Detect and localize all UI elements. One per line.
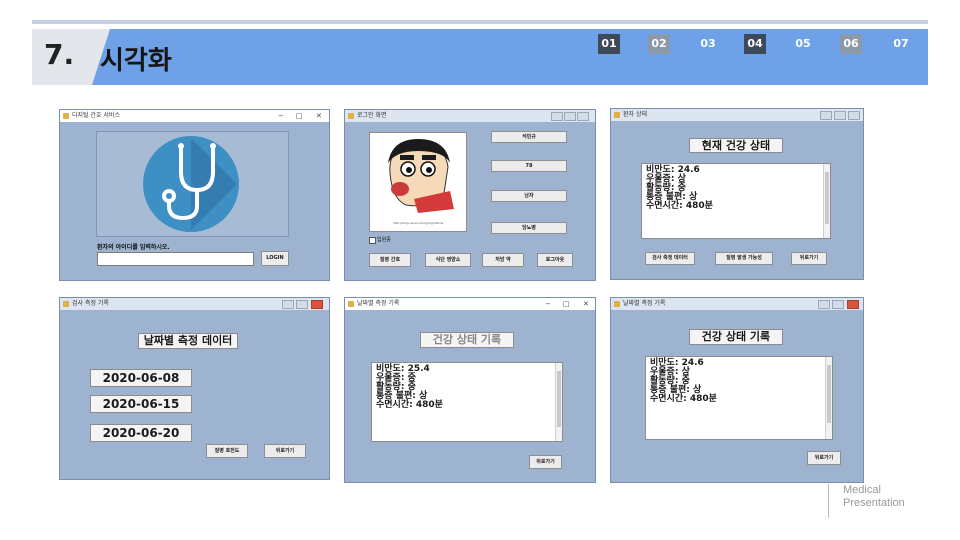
- footer-label-medical: Medical: [843, 484, 881, 496]
- section-heading: 날짜별 측정 데이터: [138, 333, 238, 349]
- measurement-dates-window: 검사 측정 기록 날짜별 측정 데이터 2020-06-08 2020-06-1…: [59, 297, 330, 480]
- date-button[interactable]: 2020-06-08: [90, 369, 192, 387]
- scrollbar[interactable]: [823, 164, 830, 238]
- health-status-window: 환자 상태 현재 건강 상태 비만도: 24.6 우울증: 상 활동량: 중 통…: [610, 108, 864, 280]
- minimize-button[interactable]: −: [545, 298, 551, 310]
- date-button[interactable]: 2020-06-15: [90, 395, 192, 413]
- record-line: 수면시간: 480분: [376, 400, 443, 410]
- patient-info-window: 로그인 화면 http://blog.naver.com/girlgirlbir…: [344, 109, 596, 281]
- logo-panel: [96, 131, 289, 237]
- close-button[interactable]: [848, 111, 860, 120]
- footer-divider: [828, 484, 829, 518]
- disease-field[interactable]: 당뇨병: [491, 222, 567, 234]
- login-window: 디지털 간호 서비스 − □ ✕ 환자의 아이디를 입력하시오. LOGIN: [59, 109, 330, 281]
- close-button[interactable]: ✕: [316, 110, 322, 122]
- close-button[interactable]: ✕: [583, 298, 589, 310]
- page-title: 시각화: [100, 46, 172, 76]
- close-button[interactable]: [311, 300, 323, 309]
- gender-field[interactable]: 남자: [491, 190, 567, 202]
- tab-01[interactable]: 01: [598, 34, 620, 54]
- section-heading: 건강 상태 기록: [689, 329, 783, 345]
- patient-photo-frame: http://blog.naver.com/girlgirlbirds: [369, 132, 467, 232]
- health-record-list: 비만도: 24.6 우울증: 상 활동량: 중 통증 불편: 상 수면시간: 4…: [645, 356, 833, 440]
- window-title: 로그인 화면: [357, 112, 387, 119]
- disease-improvement-button[interactable]: 질병 호전도: [206, 444, 248, 458]
- tab-07[interactable]: 07: [890, 34, 912, 54]
- window-title: 환자 상태: [623, 111, 647, 118]
- scrollbar[interactable]: [825, 357, 832, 439]
- section-heading: 현재 건강 상태: [689, 138, 783, 153]
- health-record-window-2: 날짜별 측정 기록 건강 상태 기록 비만도: 24.6 우울증: 상 활동량:…: [610, 297, 864, 483]
- maximize-button[interactable]: [296, 300, 308, 309]
- login-button[interactable]: LOGIN: [261, 251, 289, 266]
- window-title: 디지털 간호 서비스: [72, 112, 120, 119]
- health-status-list: 비만도: 24.6 우울증: 상 활동량: 중 통증 불편: 상 수면시간: 4…: [641, 163, 831, 239]
- disease-care-button[interactable]: 질병 간호: [369, 253, 411, 267]
- window-titlebar: 디지털 간호 서비스: [60, 110, 329, 122]
- app-icon: [63, 301, 69, 307]
- tab-04[interactable]: 04: [744, 34, 766, 54]
- cartoon-character-photo: [388, 139, 454, 213]
- measurement-data-button[interactable]: 검사 측정 데이터: [645, 252, 695, 265]
- app-icon: [348, 113, 354, 119]
- minimize-button[interactable]: [551, 112, 563, 121]
- hospitalized-label: 입원중: [377, 237, 391, 243]
- minimize-button[interactable]: [820, 111, 832, 120]
- minimize-button[interactable]: [818, 300, 830, 309]
- stethoscope-icon: [143, 136, 239, 232]
- disease-probability-button[interactable]: 질병 발생 가능성: [715, 252, 773, 265]
- name-field[interactable]: 석민규: [491, 131, 567, 143]
- app-icon: [63, 113, 69, 119]
- app-icon: [348, 301, 354, 307]
- image-caption: http://blog.naver.com/girlgirlbirds: [392, 221, 444, 225]
- logout-button[interactable]: 로그아웃: [537, 253, 573, 267]
- scrollbar[interactable]: [555, 363, 562, 441]
- back-button[interactable]: 뒤로가기: [791, 252, 827, 265]
- minimize-button[interactable]: [282, 300, 294, 309]
- window-title: 검사 측정 기록: [72, 300, 109, 307]
- app-icon: [614, 112, 620, 118]
- weight-field[interactable]: 78: [491, 160, 567, 172]
- minimize-button[interactable]: −: [278, 110, 284, 122]
- date-button[interactable]: 2020-06-20: [90, 424, 192, 442]
- footer-label-presentation: Presentation: [843, 497, 905, 509]
- diet-nutrition-button[interactable]: 식단 영양소: [425, 253, 471, 267]
- maximize-button[interactable]: □: [296, 110, 303, 122]
- health-record-window-1: 날짜별 측정 기록 − □ ✕ 건강 상태 기록 비만도: 25.4 우울증: …: [344, 297, 596, 483]
- tab-06[interactable]: 06: [840, 34, 862, 54]
- maximize-button[interactable]: □: [563, 298, 570, 310]
- window-titlebar: 날짜별 측정 기록: [345, 298, 595, 310]
- tab-03[interactable]: 03: [697, 34, 719, 54]
- tab-02[interactable]: 02: [648, 34, 670, 54]
- patient-id-input[interactable]: [97, 252, 254, 266]
- maximize-button[interactable]: [564, 112, 576, 121]
- id-prompt-label: 환자의 아이디를 입력하시오.: [97, 244, 170, 251]
- maximize-button[interactable]: [832, 300, 844, 309]
- close-button[interactable]: [577, 112, 589, 121]
- maximize-button[interactable]: [834, 111, 846, 120]
- tab-05[interactable]: 05: [792, 34, 814, 54]
- hospitalized-checkbox[interactable]: [369, 237, 376, 244]
- window-title: 날짜별 측정 기록: [623, 300, 666, 307]
- app-icon: [614, 301, 620, 307]
- close-button[interactable]: [847, 300, 859, 309]
- status-line: 수면시간: 480분: [646, 201, 713, 211]
- health-record-list: 비만도: 25.4 우울증: 중 활동량: 중 통증 불편: 상 수면시간: 4…: [371, 362, 563, 442]
- back-button[interactable]: 뒤로가기: [264, 444, 306, 458]
- section-heading: 건강 상태 기록: [420, 332, 514, 348]
- section-number: 7.: [44, 38, 75, 71]
- back-button[interactable]: 뒤로가기: [529, 455, 562, 469]
- record-line: 수면시간: 480분: [650, 394, 717, 404]
- back-button[interactable]: 뒤로가기: [807, 451, 841, 465]
- window-title: 날짜별 측정 기록: [357, 300, 400, 307]
- prescription-button[interactable]: 처방 약: [482, 253, 524, 267]
- header-divider: [32, 20, 928, 24]
